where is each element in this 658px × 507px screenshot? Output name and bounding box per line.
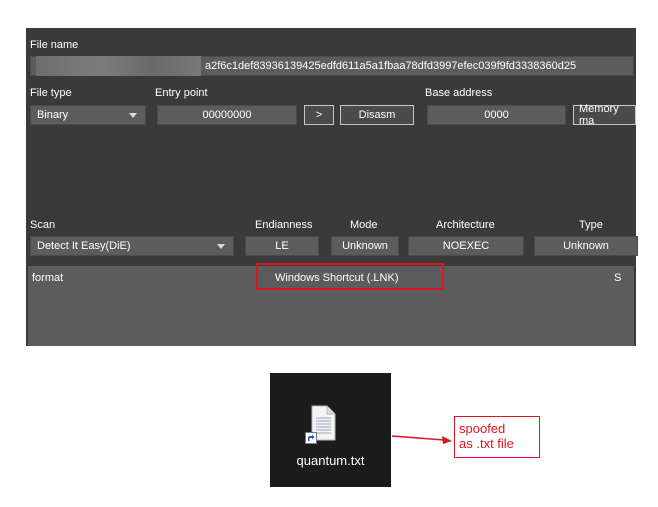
file-type-value: Binary [37,109,69,121]
result-flag: S [614,272,622,284]
entry-point-label: Entry point [155,87,208,99]
file-type-dropdown[interactable]: Binary [30,105,146,125]
base-address-field[interactable]: 0000 [427,105,566,125]
architecture-field: NOEXEC [408,236,524,256]
mode-label: Mode [350,219,378,231]
file-type-label: File type [30,87,72,99]
mode-field: Unknown [331,236,399,256]
scan-engine-value: Detect It Easy(DiE) [37,240,131,252]
type-value: Unknown [563,240,609,252]
architecture-value: NOEXEC [442,240,490,252]
endianness-label: Endianness [255,219,313,231]
result-highlight-box [256,263,444,290]
mode-value: Unknown [342,240,388,252]
result-type: format [32,272,64,284]
type-field: Unknown [534,236,638,256]
scan-engine-dropdown[interactable]: Detect It Easy(DiE) [30,236,234,256]
spoofed-callout: spoofed as .txt file [454,416,540,458]
endianness-field: LE [245,236,319,256]
callout-line-2: as .txt file [459,436,514,451]
endianness-value: LE [275,240,289,252]
disasm-button[interactable]: Disasm [340,105,414,125]
entry-point-value: 00000000 [202,109,252,121]
dropdown-arrow-icon [217,244,225,249]
redacted-path [36,56,201,76]
pointer-arrow-icon [391,435,452,444]
memory-map-button[interactable]: Memory ma [573,103,636,127]
callout-line-1: spoofed [459,421,506,436]
scan-label: Scan [30,219,56,231]
type-label: Type [579,219,603,231]
entry-point-field[interactable]: 00000000 [157,105,297,125]
base-address-value: 0000 [484,109,509,121]
dropdown-arrow-icon [129,113,137,118]
detect-it-easy-panel: File name a2f6c1def83936139425edfd611a5a… [26,28,638,346]
architecture-label: Architecture [436,219,495,231]
file-name-value: a2f6c1def83936139425edfd611a5a1fbaa78dfd… [205,60,577,72]
shortcut-arrow-icon [305,431,317,444]
desktop-area: quantum.txt [270,373,391,487]
goto-entry-button[interactable]: > [304,105,334,125]
base-address-label: Base address [425,87,493,99]
file-name-label: File name [30,39,79,51]
file-label: quantum.txt [296,453,365,468]
